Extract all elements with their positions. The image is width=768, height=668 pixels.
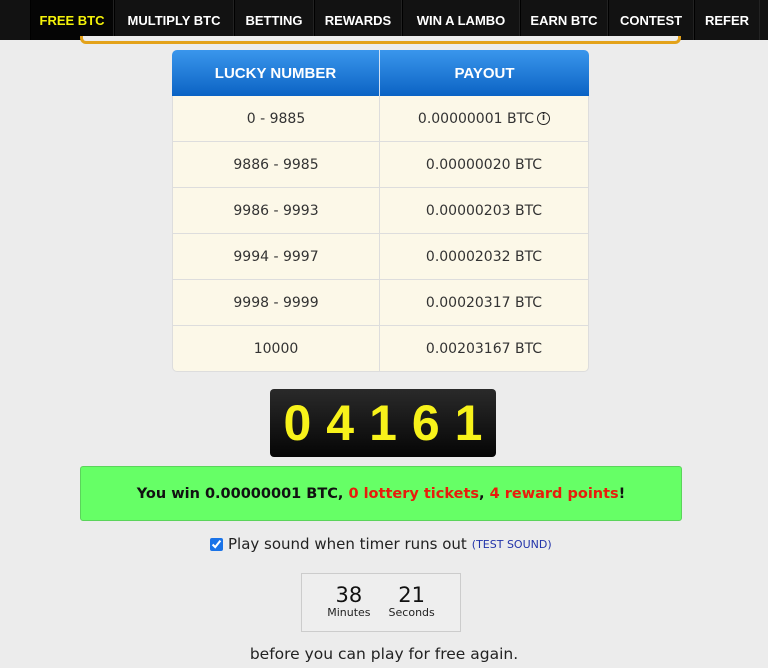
payout-table: LUCKY NUMBER PAYOUT 0 - 9885 0.00000001 B… (172, 50, 589, 372)
table-row: 10000 0.00203167 BTC (172, 326, 589, 372)
table-row: 9998 - 9999 0.00020317 BTC (172, 280, 589, 326)
table-row: 9986 - 9993 0.00000203 BTC (172, 188, 589, 234)
roll-digit: 0 (283, 395, 312, 451)
range: 0 - 9885 (172, 96, 380, 142)
payout: 0.00000203 BTC (380, 188, 589, 234)
nav-rewards[interactable]: REWARDS (314, 0, 402, 40)
seconds-value: 21 (398, 583, 426, 607)
nav-free-btc[interactable]: FREE BTC (30, 0, 114, 40)
nav-refer[interactable]: REFER (694, 0, 760, 40)
info-icon[interactable]: i (537, 112, 551, 125)
roll-digit: 6 (411, 395, 440, 451)
reward-points: 4 reward points (489, 486, 619, 502)
table-row: 9994 - 9997 0.00002032 BTC (172, 234, 589, 280)
payout: 0.00020317 BTC (380, 280, 589, 326)
roll-counter: 0 4 1 6 1 (270, 389, 496, 457)
header-lucky-number: LUCKY NUMBER (172, 50, 380, 96)
payout: 0.00000001 BTC i (380, 96, 589, 142)
lottery-tickets: 0 lottery tickets (348, 486, 480, 502)
range: 9986 - 9993 (172, 188, 380, 234)
table-row: 0 - 9885 0.00000001 BTC i (172, 96, 589, 142)
separator: , (479, 486, 490, 502)
countdown-timer: 38 Minutes 21 Seconds (301, 573, 461, 632)
payout: 0.00203167 BTC (380, 326, 589, 372)
range: 10000 (172, 326, 380, 372)
sound-option: Play sound when timer runs out (TEST SOU… (210, 535, 552, 553)
payout-value: 0.00000001 BTC (417, 110, 535, 127)
minutes-label: Minutes (327, 606, 371, 619)
nav-multiply-btc[interactable]: MULTIPLY BTC (114, 0, 234, 40)
table-row: 9886 - 9985 0.00000020 BTC (172, 142, 589, 188)
top-nav: FREE BTC MULTIPLY BTC BETTING REWARDS WI… (0, 0, 768, 40)
range: 9886 - 9985 (172, 142, 380, 188)
payout: 0.00000020 BTC (380, 142, 589, 188)
range: 9998 - 9999 (172, 280, 380, 326)
panel-border (80, 36, 681, 44)
nav-contest[interactable]: CONTEST (608, 0, 694, 40)
minutes-value: 38 (335, 583, 363, 607)
exclamation: ! (618, 486, 626, 502)
nav-betting[interactable]: BETTING (234, 0, 314, 40)
play-sound-checkbox[interactable] (210, 537, 223, 551)
seconds-label: Seconds (388, 606, 435, 619)
test-sound-link[interactable]: (TEST SOUND) (472, 538, 552, 551)
nav-win-a-lambo[interactable]: WIN A LAMBO (402, 0, 520, 40)
range: 9994 - 9997 (172, 234, 380, 280)
win-amount: You win 0.00000001 BTC, (136, 486, 349, 502)
nav-earn-btc[interactable]: EARN BTC (520, 0, 608, 40)
header-payout: PAYOUT (380, 50, 589, 96)
play-sound-label[interactable]: Play sound when timer runs out (228, 535, 467, 553)
roll-digit: 4 (326, 395, 355, 451)
roll-digit: 1 (454, 395, 483, 451)
win-message: You win 0.00000001 BTC, 0 lottery ticket… (80, 466, 682, 521)
payout: 0.00002032 BTC (380, 234, 589, 280)
roll-digit: 1 (369, 395, 397, 451)
wait-message: before you can play for free again. (249, 645, 519, 663)
